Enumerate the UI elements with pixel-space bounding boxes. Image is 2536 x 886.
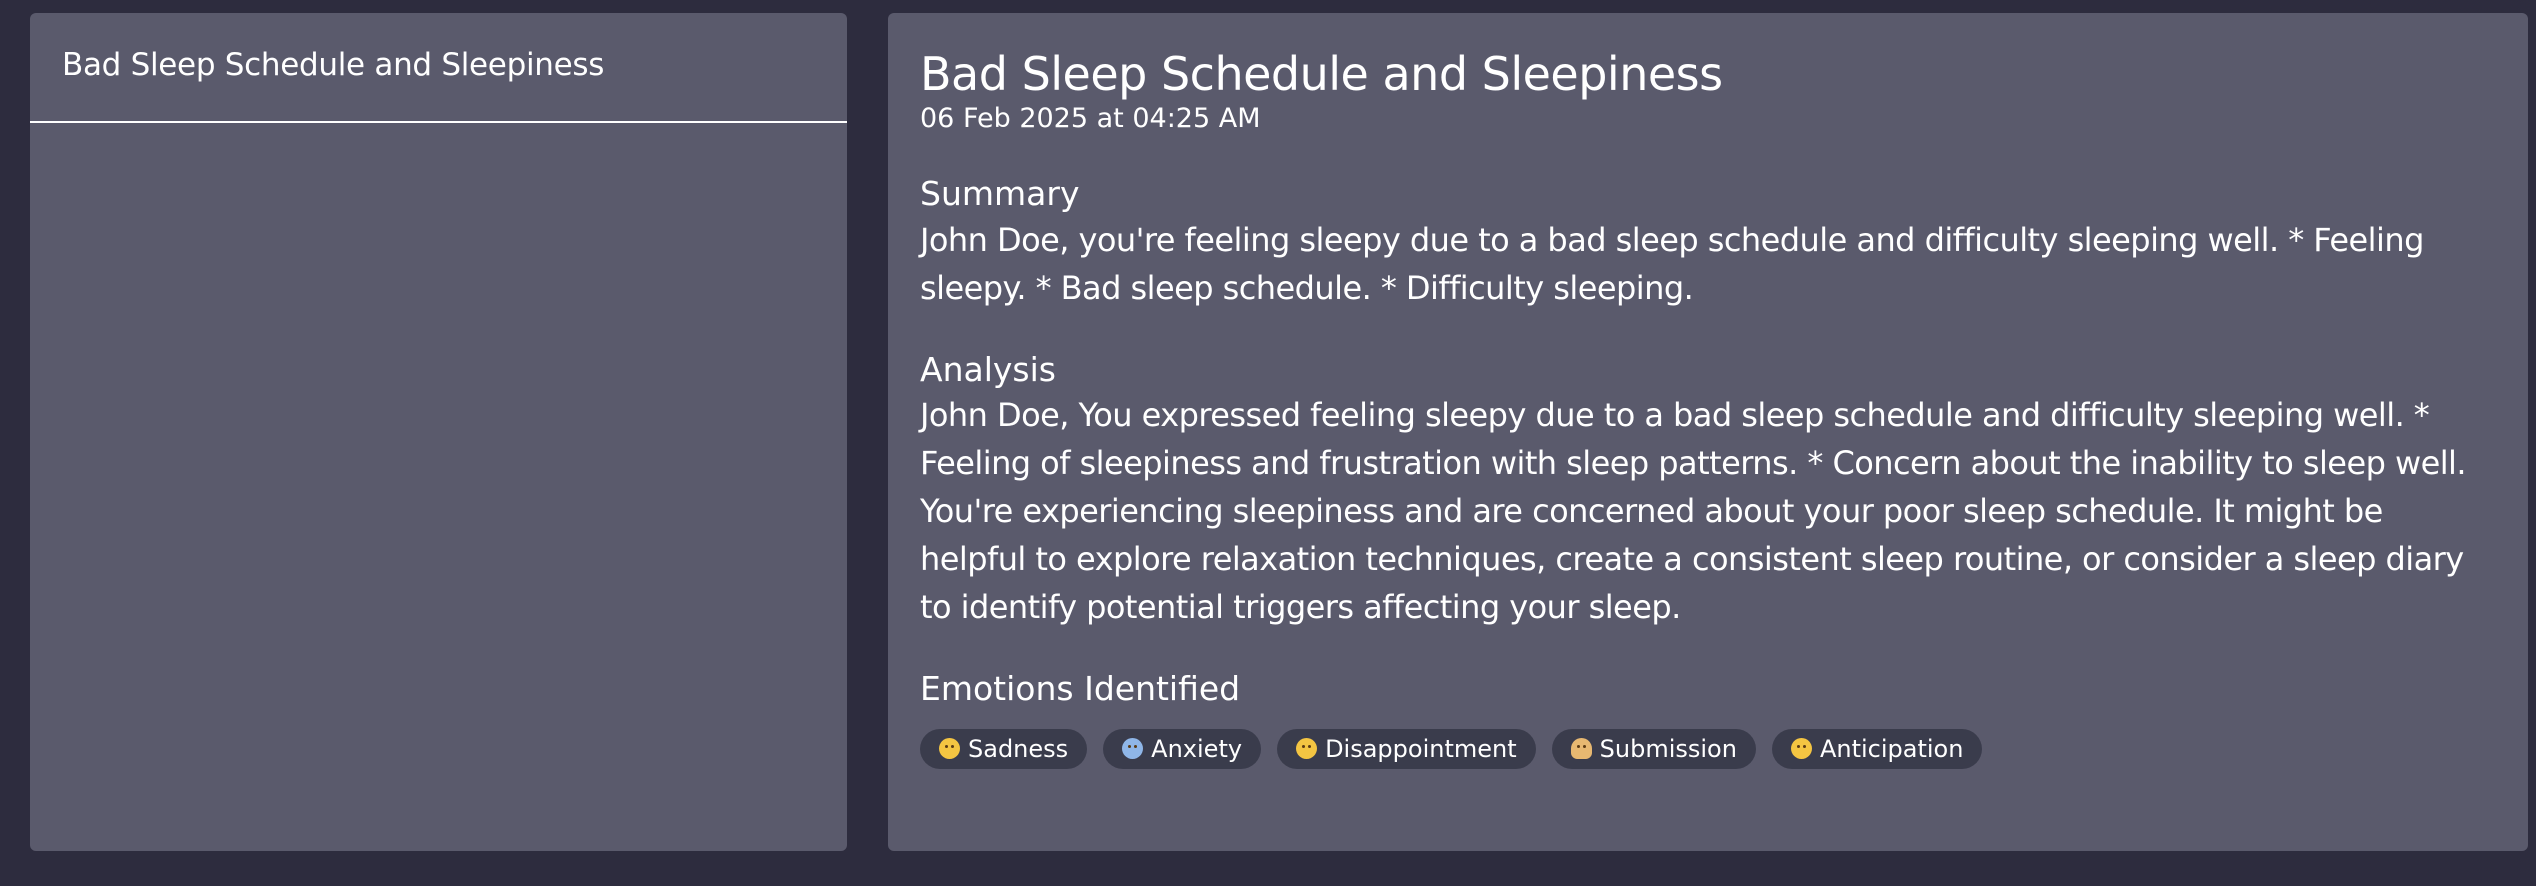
emotion-chip-label: Anticipation xyxy=(1819,734,1964,763)
emotion-chip-disappointment[interactable]: Disappointment xyxy=(1277,728,1536,769)
emotions-heading: Emotions Identified xyxy=(920,669,1241,709)
thinking-face-icon xyxy=(1790,738,1812,760)
entry-detail-panel: Bad Sleep Schedule and Sleepiness 06 Feb… xyxy=(888,13,2528,851)
sidebar-item-label: Bad Sleep Schedule and Sleepiness xyxy=(62,47,605,83)
emotion-chip-anticipation[interactable]: Anticipation xyxy=(1771,728,1983,769)
disappointed-face-icon xyxy=(1296,738,1318,760)
entry-title: Bad Sleep Schedule and Sleepiness xyxy=(920,47,1723,101)
emotion-chip-anxiety[interactable]: Anxiety xyxy=(1103,728,1262,769)
sad-face-icon xyxy=(939,738,960,760)
emotion-chip-label: Anxiety xyxy=(1151,734,1243,763)
sidebar: Bad Sleep Schedule and Sleepiness xyxy=(30,13,847,851)
entry-timestamp: 06 Feb 2025 at 04:25 AM xyxy=(920,103,1261,135)
bowing-person-icon xyxy=(1570,738,1592,760)
emotion-chip-label: Submission xyxy=(1599,734,1737,763)
journal-page: Bad Sleep Schedule and Sleepiness Bad Sl… xyxy=(0,0,2536,886)
emotion-chip-label: Disappointment xyxy=(1325,734,1517,763)
summary-text: John Doe, you're feeling sleepy due to a… xyxy=(920,220,2424,307)
sidebar-item-entry[interactable]: Bad Sleep Schedule and Sleepiness xyxy=(30,13,847,123)
emotion-chip-sadness[interactable]: Sadness xyxy=(920,728,1088,769)
emotion-chip-list: Sadness Anxiety Disappointment Submissio… xyxy=(920,728,2496,769)
emotion-chip-submission[interactable]: Submission xyxy=(1551,728,1756,769)
analysis-text: John Doe, You expressed feeling sleepy d… xyxy=(920,396,2467,627)
analysis-heading: Analysis xyxy=(920,349,1056,389)
emotion-chip-label: Sadness xyxy=(968,734,1069,763)
summary-heading: Summary xyxy=(920,174,1080,214)
anxious-face-icon xyxy=(1122,738,1144,760)
